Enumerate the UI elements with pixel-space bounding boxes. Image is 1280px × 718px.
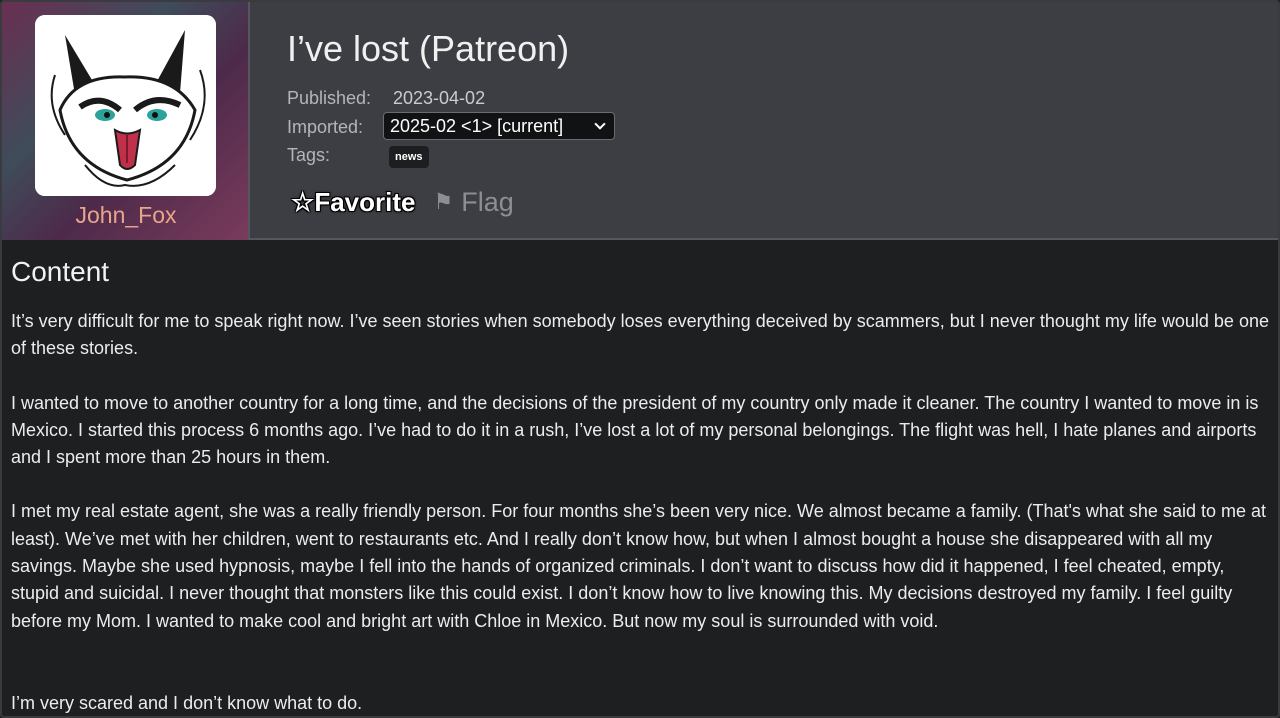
user-panel[interactable]: John_Fox (2, 2, 250, 240)
tags-label: Tags: (287, 145, 331, 165)
post-meta: I’ve lost (Patreon) Published: 2023-04-0… (287, 2, 1267, 240)
flag-label: Flag (461, 186, 514, 217)
tags-row: Tags: news (287, 145, 429, 168)
post-page: John_Fox I’ve lost (Patreon) Published: … (0, 0, 1280, 718)
avatar-image (35, 15, 216, 196)
post-header: John_Fox I’ve lost (Patreon) Published: … (2, 2, 1278, 240)
content-heading: Content (11, 256, 110, 287)
content-paragraph: I met my real estate agent, she was a re… (11, 501, 1266, 631)
tag-news[interactable]: news (389, 146, 429, 168)
favorite-label: Favorite (314, 186, 416, 217)
imported-select[interactable]: 2025-02 <1> [current] (383, 112, 615, 140)
content-paragraph: I wanted to move to another country for … (11, 392, 1259, 468)
post-content: Content It’s very difficult for me to sp… (11, 256, 1273, 716)
star-icon: ☆ (291, 186, 315, 217)
published-row: Published: 2023-04-02 (287, 88, 485, 109)
avatar[interactable] (35, 15, 216, 196)
imported-row: Imported: 2025-02 <1> [current] (287, 112, 615, 140)
post-actions: ☆ Favorite ⚑ Flag (291, 185, 514, 219)
flag-icon: ⚑ (433, 189, 454, 214)
published-date: 2023-04-02 (393, 88, 486, 108)
flag-button[interactable]: ⚑ Flag (433, 187, 513, 218)
post-title: I’ve lost (Patreon) (287, 28, 570, 69)
content-paragraph: I’m very scared and I don’t know what to… (11, 692, 363, 713)
content-paragraph: It’s very difficult for me to speak righ… (11, 311, 1269, 359)
username-link[interactable]: John_Fox (2, 202, 250, 229)
published-label: Published: (287, 88, 372, 108)
imported-select-value: 2025-02 <1> [current] (390, 115, 564, 136)
imported-label: Imported: (287, 117, 364, 137)
favorite-button[interactable]: ☆ Favorite (291, 187, 415, 218)
chevron-down-icon (594, 118, 606, 130)
